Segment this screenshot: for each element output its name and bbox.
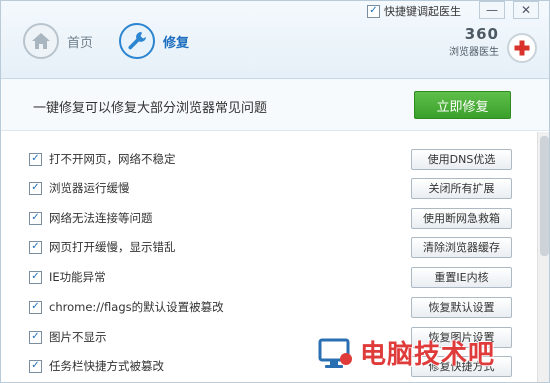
- hotkey-label: 快捷键调起医生: [384, 5, 461, 18]
- close-button[interactable]: ✕: [513, 1, 539, 19]
- watermark: 电脑技术吧: [316, 334, 495, 371]
- list-item: ✓ 网页打开缓慢，显示错乱 清除浏览器缓存: [11, 234, 537, 260]
- item-fix-button[interactable]: 恢复默认设置: [411, 296, 512, 318]
- item-checkbox[interactable]: ✓: [29, 152, 42, 166]
- nav-home-label: 首页: [67, 35, 94, 51]
- item-checkbox[interactable]: ✓: [29, 181, 42, 195]
- brand-block: 360 浏览器医生: [441, 25, 499, 58]
- nav-repair-label: 修复: [163, 35, 190, 51]
- item-fix-button[interactable]: 重置IE内核: [411, 266, 512, 288]
- list-item: ✓ chrome://flags的默认设置被篡改 恢复默认设置: [11, 294, 537, 320]
- item-checkbox[interactable]: ✓: [29, 211, 42, 225]
- item-fix-button[interactable]: 使用DNS优选: [411, 148, 512, 170]
- medical-cross-icon: [507, 33, 537, 63]
- item-label: 打不开网页，网络不稳定: [49, 152, 176, 166]
- item-fix-button[interactable]: 清除浏览器缓存: [411, 236, 512, 258]
- item-checkbox[interactable]: ✓: [29, 240, 42, 254]
- wrench-icon: [119, 23, 155, 59]
- close-icon: ✕: [520, 3, 532, 17]
- hotkey-toggle[interactable]: ✓ 快捷键调起医生: [367, 3, 461, 19]
- nav-home[interactable]: 首页: [23, 23, 93, 59]
- item-checkbox[interactable]: ✓: [29, 270, 42, 284]
- header-bar: ✓ 快捷键调起医生 — ✕ 首页 修复 360 浏览器医生: [1, 1, 549, 79]
- list-item: ✓ 打不开网页，网络不稳定 使用DNS优选: [11, 146, 537, 172]
- item-label: 图片不显示: [49, 330, 107, 344]
- item-fix-button[interactable]: 使用断网急救箱: [411, 207, 512, 229]
- hotkey-checkbox[interactable]: ✓: [367, 4, 380, 18]
- item-label: 网络无法连接等问题: [49, 211, 153, 225]
- item-checkbox[interactable]: ✓: [29, 359, 42, 373]
- scroll-thumb[interactable]: [540, 136, 549, 256]
- item-label: chrome://flags的默认设置被篡改: [49, 300, 224, 314]
- item-fix-button[interactable]: 关闭所有扩展: [411, 177, 512, 199]
- home-icon: [23, 23, 59, 59]
- brand-number: 360: [464, 25, 499, 43]
- item-label: 网页打开缓慢，显示错乱: [49, 240, 176, 254]
- minimize-icon: —: [486, 3, 498, 17]
- banner-text: 一键修复可以修复大部分浏览器常见问题: [33, 101, 268, 116]
- item-label: 任务栏快捷方式被篡改: [49, 359, 164, 373]
- list-scrollbar[interactable]: [537, 132, 549, 382]
- minimize-button[interactable]: —: [479, 1, 505, 19]
- browser-doctor-window: ✓ 快捷键调起医生 — ✕ 首页 修复 360 浏览器医生 一键修复可以修复大部…: [0, 0, 550, 383]
- item-label: IE功能异常: [49, 270, 106, 284]
- watermark-text: 电脑技术吧: [360, 340, 496, 370]
- brand-text: 浏览器医生: [449, 47, 499, 58]
- list-item: ✓ 网络无法连接等问题 使用断网急救箱: [11, 205, 537, 231]
- item-label: 浏览器运行缓慢: [49, 181, 130, 195]
- item-checkbox[interactable]: ✓: [29, 330, 42, 344]
- list-item: ✓ 浏览器运行缓慢 关闭所有扩展: [11, 175, 537, 201]
- list-item: ✓ IE功能异常 重置IE内核: [11, 264, 537, 290]
- item-checkbox[interactable]: ✓: [29, 300, 42, 314]
- repair-now-button[interactable]: 立即修复: [414, 91, 511, 119]
- nav-repair[interactable]: 修复: [119, 23, 189, 59]
- monitor-logo-icon: [318, 338, 352, 368]
